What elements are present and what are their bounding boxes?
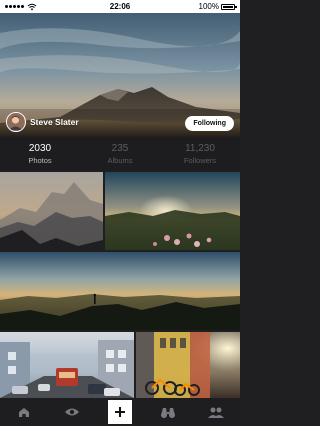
stat-followers[interactable]: 11,230 Followers: [160, 137, 240, 171]
add-button[interactable]: [108, 400, 132, 424]
screen: 22:06 100% Steve Slater Following 2030 P…: [0, 0, 240, 426]
battery-icon: [221, 3, 237, 10]
binoculars-icon: [161, 408, 175, 418]
stat-label: Followers: [183, 156, 217, 165]
nav-discover[interactable]: [144, 398, 192, 426]
stat-label: Albums: [107, 156, 133, 165]
battery-area: 100%: [198, 0, 237, 13]
following-button[interactable]: Following: [185, 116, 234, 131]
nav-explore[interactable]: [48, 398, 96, 426]
profile-name[interactable]: Steve Slater: [30, 117, 79, 127]
stat-label: Photos: [28, 156, 52, 165]
stat-albums[interactable]: 235 Albums: [80, 137, 160, 171]
stat-value: 2030: [28, 143, 52, 154]
status-bar: 22:06 100%: [0, 0, 240, 13]
photo-thumbnail[interactable]: [105, 172, 240, 250]
nav-people[interactable]: [192, 398, 240, 426]
stat-photos[interactable]: 2030 Photos: [0, 137, 80, 171]
bottom-navigation: [0, 398, 240, 426]
profile-stats: 2030 Photos 235 Albums 11,230 Followers: [0, 137, 240, 171]
battery-percent: 100%: [198, 2, 219, 11]
photo-thumbnail[interactable]: [0, 252, 240, 330]
battery-fill: [223, 5, 233, 8]
photo-thumbnail[interactable]: [0, 172, 103, 250]
stat-value: 235: [111, 143, 129, 154]
nav-home[interactable]: [0, 398, 48, 426]
profile-header: Steve Slater: [6, 112, 79, 132]
nav-add[interactable]: [96, 398, 144, 426]
home-icon: [19, 408, 29, 417]
plus-icon: [115, 407, 125, 417]
photo-thumbnail[interactable]: [0, 332, 134, 398]
stat-value: 11,230: [185, 143, 215, 154]
eye-icon: [65, 408, 79, 416]
people-icon: [208, 407, 224, 418]
avatar[interactable]: [6, 112, 26, 132]
photo-thumbnail[interactable]: [136, 332, 240, 398]
